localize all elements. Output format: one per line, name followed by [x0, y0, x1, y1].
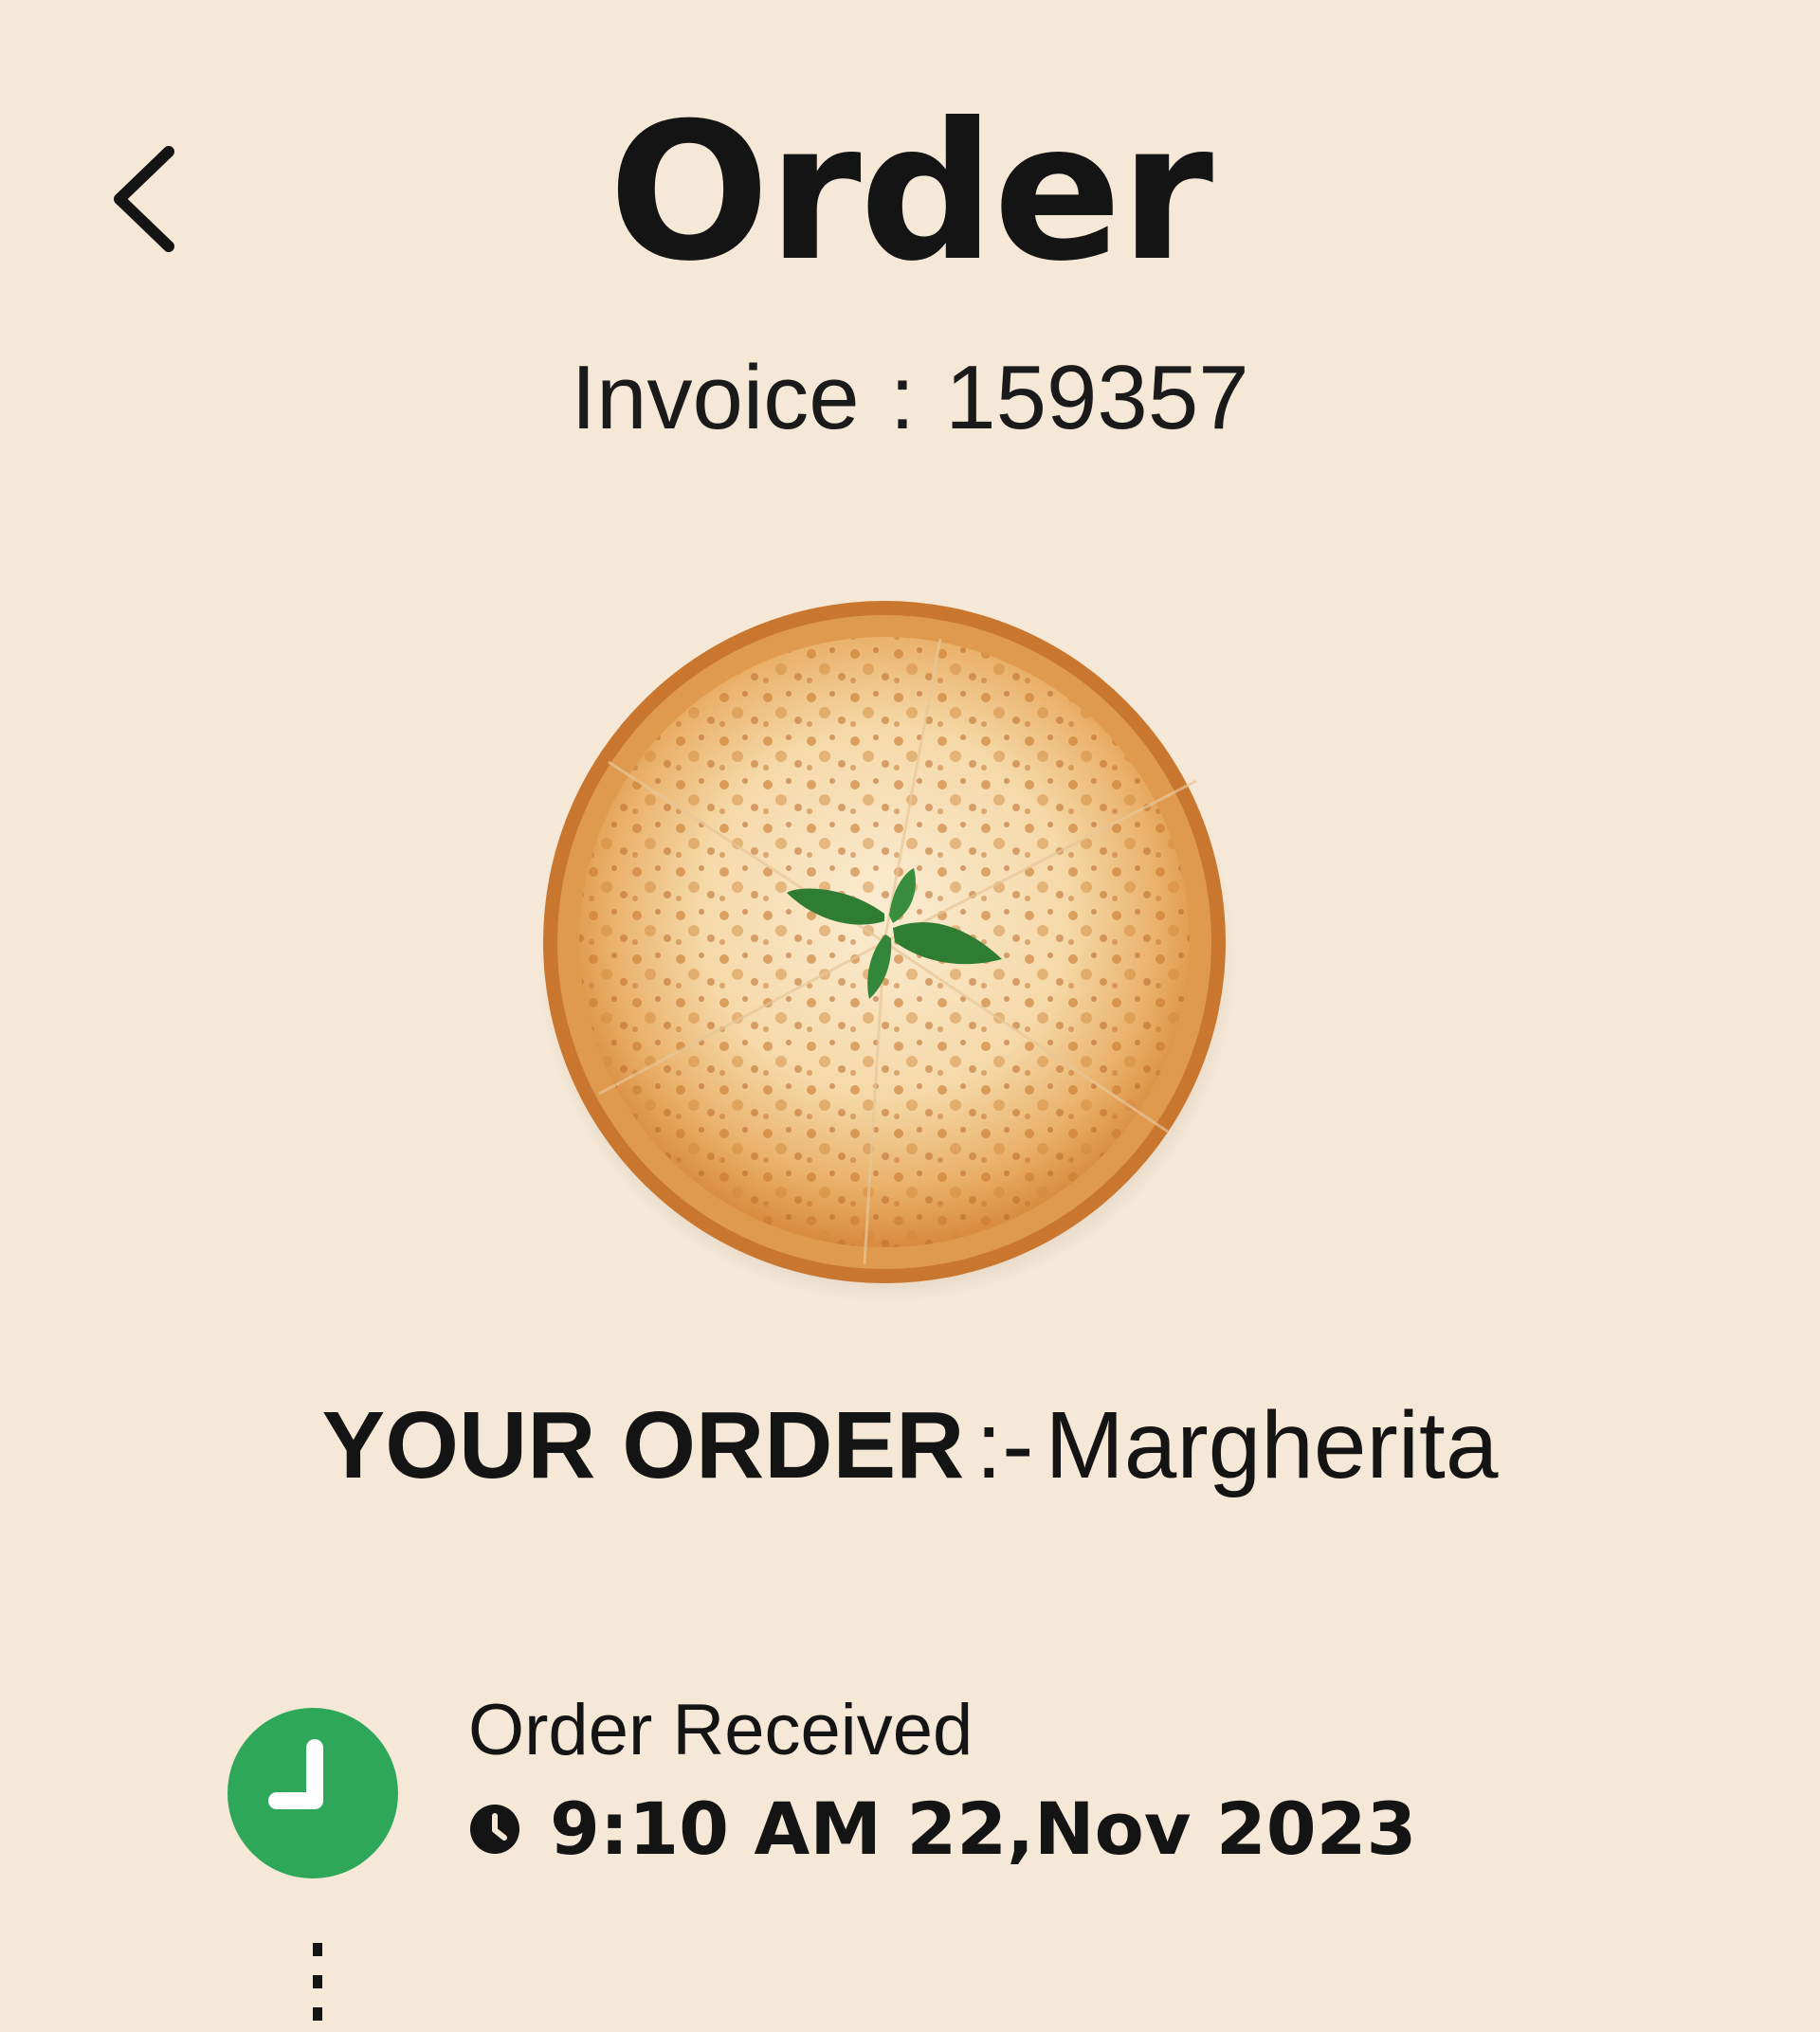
- order-item-name: Margherita: [1045, 1392, 1499, 1498]
- pizza-image: [538, 601, 1236, 1302]
- order-label: YOUR ORDER: [321, 1392, 965, 1498]
- order-summary: YOUR ORDER:- Margherita: [0, 1393, 1820, 1497]
- status-clock-icon: [228, 1708, 398, 1878]
- step-title: Order Received: [468, 1690, 974, 1770]
- invoice-label: Invoice: [571, 347, 860, 448]
- timeline-step-order-received: Order Received 9:10 AM 22,Nov 2023: [228, 1691, 1649, 1896]
- invoice-separator: :: [889, 347, 916, 448]
- timeline-connector: [313, 1943, 322, 2032]
- invoice-number: 159357: [945, 347, 1249, 448]
- invoice-info: Invoice:159357: [0, 353, 1820, 444]
- step-timestamp: 9:10 AM 22,Nov 2023: [550, 1787, 1417, 1871]
- page-title: Order: [608, 82, 1213, 303]
- order-separator: :-: [975, 1392, 1034, 1498]
- clock-icon: [468, 1803, 521, 1856]
- step-time-row: 9:10 AM 22,Nov 2023: [468, 1784, 1416, 1875]
